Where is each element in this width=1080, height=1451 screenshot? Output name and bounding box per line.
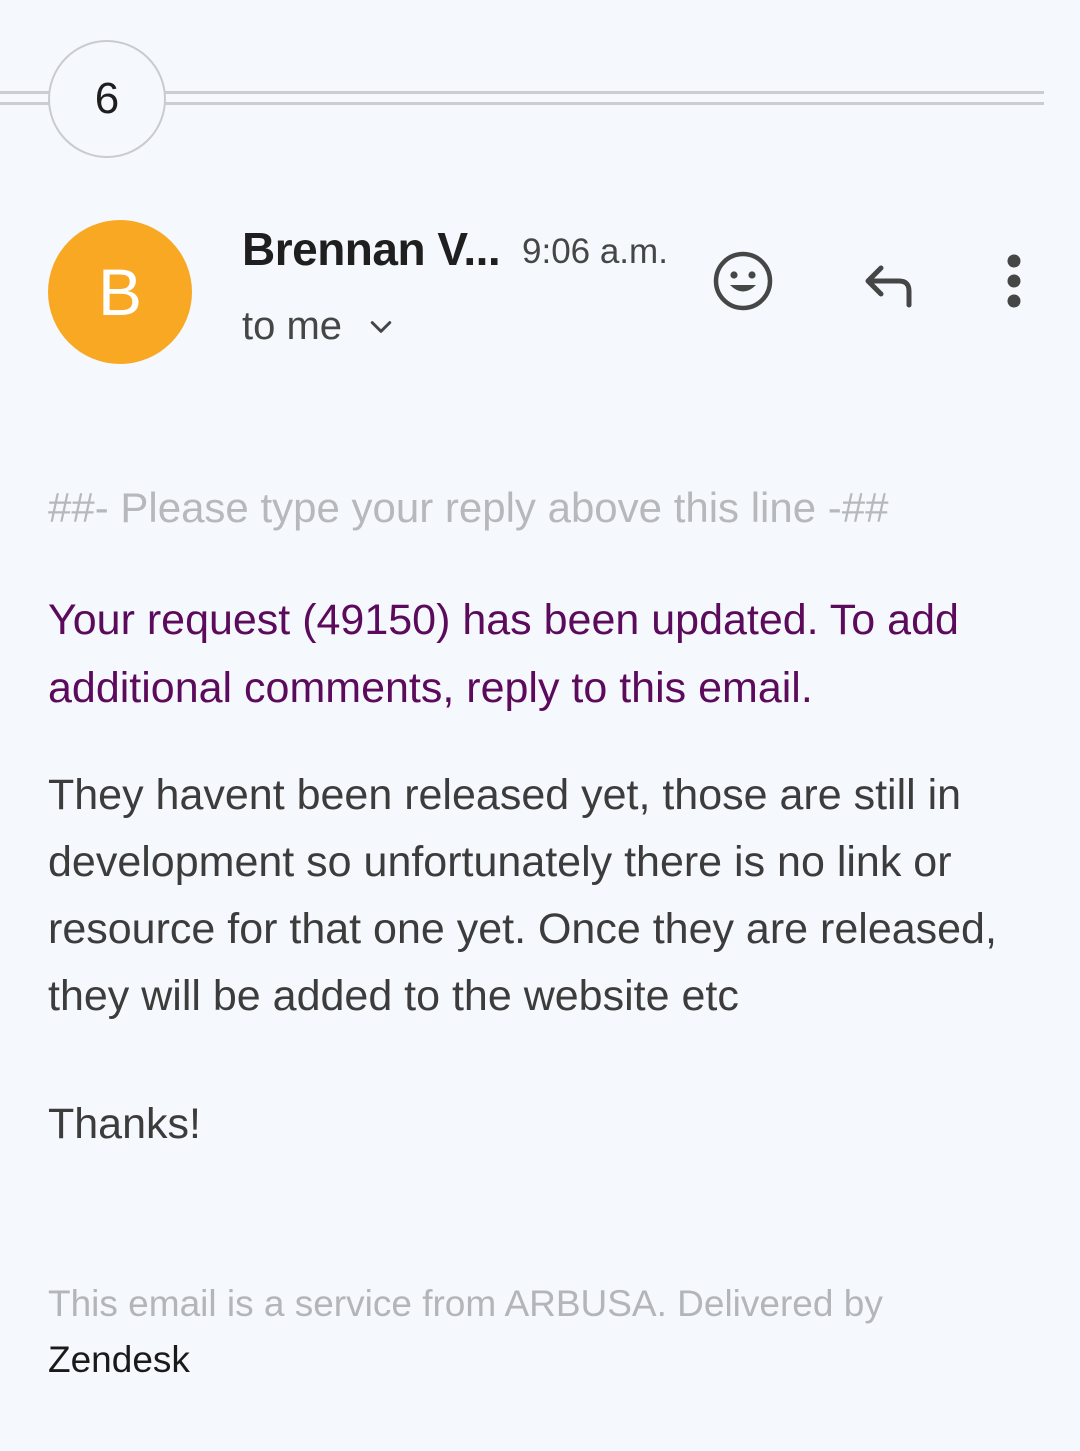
zendesk-link[interactable]: Zendesk (48, 1332, 1038, 1388)
message-time: 9:06 a.m. (522, 232, 668, 271)
reply-above-line-marker: ##- Please type your reply above this li… (48, 484, 889, 531)
reply-button[interactable] (852, 248, 926, 318)
more-vert-icon (1007, 254, 1021, 308)
avatar-letter: B (97, 255, 143, 329)
sender-avatar[interactable]: B (48, 220, 192, 364)
recipient-label: to me (242, 304, 343, 348)
sign-off: Thanks! (48, 1100, 201, 1148)
emoji-reaction-icon (713, 251, 773, 311)
recipient-details-toggle[interactable]: to me (242, 304, 396, 349)
chevron-down-icon (370, 320, 392, 333)
sender-name[interactable]: Brennan V... (242, 222, 501, 276)
message-body: They havent been released yet, those are… (48, 771, 997, 1020)
add-reaction-button[interactable] (706, 244, 780, 318)
collapsed-messages-button[interactable]: 6 (48, 40, 166, 158)
email-view: 6 B Brennan V... 9:06 a.m. to me ##- Ple… (0, 0, 1080, 1451)
request-update-notice: Your request (49150) has been updated. T… (48, 596, 959, 712)
more-options-button[interactable] (988, 244, 1040, 318)
footer-service-text: This email is a service from ARBUSA. Del… (48, 1283, 883, 1324)
reply-icon (865, 265, 912, 308)
email-footer: This email is a service from ARBUSA. Del… (48, 1276, 1038, 1388)
collapsed-messages-count: 6 (94, 74, 120, 123)
